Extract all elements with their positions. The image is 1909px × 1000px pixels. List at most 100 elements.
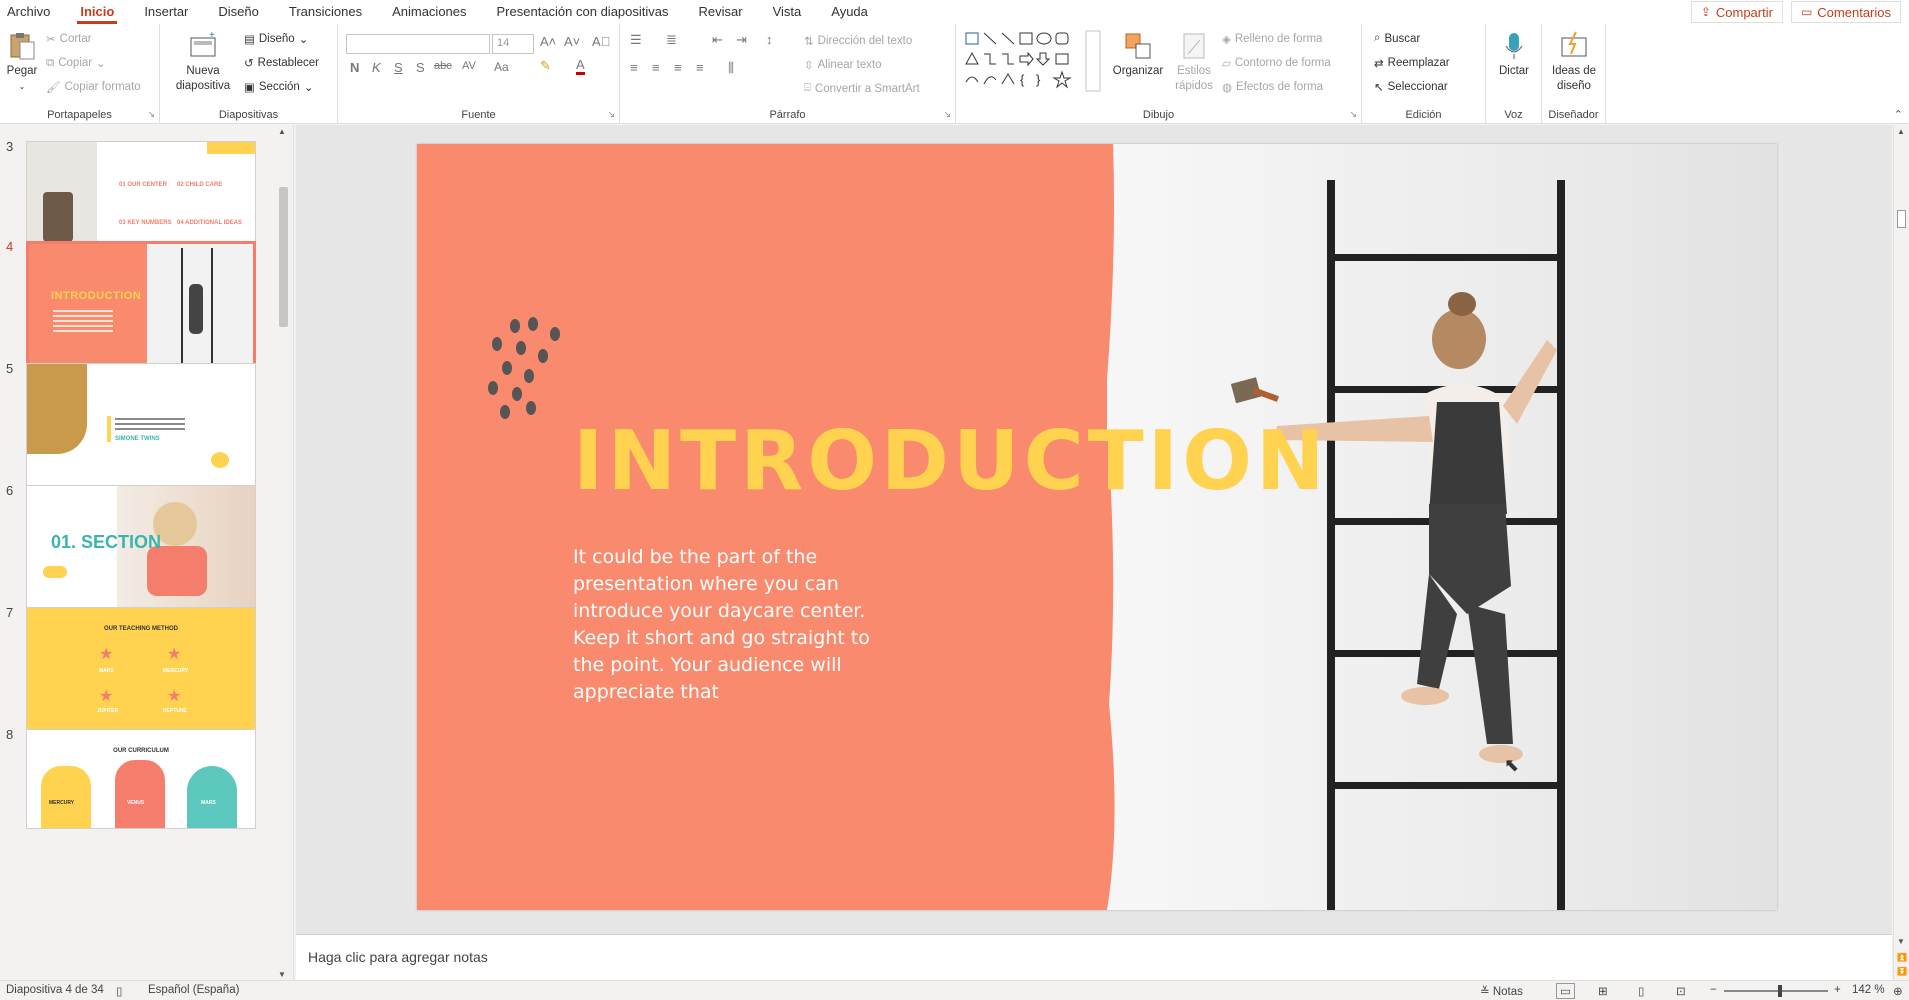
shrink-font-icon[interactable]: A˅ [564, 34, 580, 49]
scrollbar-thumb[interactable] [279, 187, 288, 327]
increase-indent-icon[interactable]: ⇥ [736, 32, 747, 48]
notes-pane[interactable]: Haga clic para agregar notas [296, 934, 1892, 980]
new-slide-button[interactable]: + Nueva diapositiva [168, 30, 238, 94]
comments-button[interactable]: ▭ Comentarios [1790, 1, 1901, 23]
tab-archivo[interactable]: Archivo [0, 0, 65, 24]
group-parrafo: ☰ ≣ ⇤ ⇥ ↕ ⇅ Dirección del texto ⇳ Alinear … [620, 24, 956, 124]
change-case-button[interactable]: Aa [494, 60, 509, 74]
align-center-icon[interactable]: ≡ [652, 60, 660, 75]
tab-vista[interactable]: Vista [758, 0, 817, 24]
strikethrough-button[interactable]: abc [434, 60, 452, 72]
bold-button[interactable]: N [350, 60, 359, 75]
find-button[interactable]: ⌕ Buscar [1374, 32, 1420, 45]
zoom-out-icon[interactable]: − [1710, 984, 1717, 996]
thumbnail-slide-5[interactable]: SIMONE TWINS [26, 363, 256, 493]
thumb-number: 4 [6, 239, 14, 254]
section-button[interactable]: ▣ Sección ⌄ [244, 80, 313, 94]
editor-scrollbar[interactable]: ▲ ▼ ⏫ ⏬ [1893, 125, 1909, 980]
grow-font-icon[interactable]: A˄ [540, 34, 556, 49]
align-left-icon[interactable]: ≡ [630, 60, 638, 75]
highlight-icon[interactable]: ✎ [540, 58, 551, 74]
align-right-icon[interactable]: ≡ [674, 60, 682, 75]
layout-button[interactable]: ▤ Diseño ⌄ [244, 32, 308, 46]
slideshow-icon[interactable]: ⊡ [1676, 984, 1686, 998]
next-slide-icon[interactable]: ⏬ [1897, 967, 1907, 976]
design-ideas-button[interactable]: Ideas de diseño [1546, 30, 1602, 94]
slide-body-text[interactable]: It could be the part of the presentation… [573, 544, 903, 706]
select-button[interactable]: ↖ Seleccionar [1374, 80, 1448, 94]
tab-revisar[interactable]: Revisar [684, 0, 758, 24]
columns-icon[interactable]: ⫼ [728, 60, 734, 76]
scroll-up-icon[interactable]: ▲ [1897, 127, 1905, 136]
fit-to-window-icon[interactable]: ⊕ [1893, 984, 1903, 998]
dialog-launcher-icon[interactable]: ↘ [943, 109, 951, 120]
font-color-icon[interactable]: A [576, 58, 585, 75]
tab-insertar[interactable]: Insertar [129, 0, 203, 24]
shape-outline-button[interactable]: ▱ Contorno de forma [1222, 56, 1331, 70]
language-indicator[interactable]: Español (España) [148, 984, 239, 996]
previous-slide-icon[interactable]: ⏫ [1897, 953, 1907, 962]
slide-canvas[interactable]: INTRODUCTION It could be the part of the… [417, 144, 1777, 910]
replace-button[interactable]: ⇄ Reemplazar [1374, 56, 1450, 70]
scrollbar-thumb[interactable] [1897, 210, 1906, 228]
paste-button[interactable]: Pegar ⌄ [4, 30, 40, 94]
shape-effects-button[interactable]: ◍ Efectos de forma [1222, 80, 1323, 94]
tab-ayuda[interactable]: Ayuda [816, 0, 883, 24]
cut-button[interactable]: ✂ Cortar [46, 32, 92, 46]
char-spacing-button[interactable]: AV [462, 60, 476, 72]
spellcheck-icon[interactable]: ▯ [116, 984, 122, 998]
shape-fill-button[interactable]: ◈ Relleno de forma [1222, 32, 1322, 46]
zoom-slider-thumb[interactable] [1778, 985, 1782, 997]
group-label: Edición [1405, 109, 1442, 121]
bullets-icon[interactable]: ☰ [630, 32, 642, 48]
underline-button[interactable]: S [394, 60, 403, 75]
slide-title[interactable]: INTRODUCTION [573, 414, 1329, 509]
search-icon: ⌕ [1374, 32, 1381, 44]
zoom-slider[interactable] [1724, 985, 1828, 997]
italic-button[interactable]: K [372, 60, 381, 75]
text-direction-button[interactable]: ⇅ Dirección del texto [804, 34, 912, 48]
decrease-indent-icon[interactable]: ⇤ [712, 32, 723, 48]
format-painter-button[interactable]: 🖌 Copiar formato [46, 80, 141, 94]
collapse-ribbon-icon[interactable]: ⌃ [1894, 108, 1903, 121]
dictate-button[interactable]: Dictar [1492, 30, 1536, 79]
thumbnail-slide-7[interactable]: OUR TEACHING METHOD ★ ★ ★ ★ MARS MERCURY… [26, 607, 256, 737]
tab-inicio[interactable]: Inicio [65, 0, 129, 24]
notes-button[interactable]: ≚ Notas [1480, 984, 1523, 998]
quick-styles-button[interactable]: Estilos rápidos [1166, 30, 1222, 94]
share-button[interactable]: ⇪ Compartir [1690, 1, 1783, 23]
zoom-level[interactable]: 142 % [1852, 984, 1885, 996]
arrange-button[interactable]: Organizar [1110, 30, 1166, 79]
font-size-combo[interactable]: 14 [492, 34, 534, 54]
thumbnail-slide-6[interactable]: 01. SECTION [26, 485, 256, 615]
numbering-icon[interactable]: ≣ [666, 32, 677, 48]
thumbnail-slide-8[interactable]: OUR CURRICULUM MERCURY VENUS MARS [26, 729, 256, 829]
copy-button[interactable]: ⧉ Copiar ⌄ [46, 56, 106, 71]
dialog-launcher-icon[interactable]: ↘ [147, 109, 155, 120]
tab-presentacion[interactable]: Presentación con diapositivas [482, 0, 684, 24]
tab-animaciones[interactable]: Animaciones [377, 0, 481, 24]
thumbnail-slide-4[interactable]: INTRODUCTION [26, 241, 256, 371]
slide-sorter-icon[interactable]: ⊞ [1598, 984, 1608, 998]
normal-view-icon[interactable]: ▭ [1556, 983, 1575, 999]
tab-transiciones[interactable]: Transiciones [274, 0, 377, 24]
shadow-button[interactable]: S [416, 60, 425, 75]
align-text-button[interactable]: ⇳ Alinear texto [804, 58, 882, 72]
dialog-launcher-icon[interactable]: ↘ [607, 109, 615, 120]
scroll-down-icon[interactable]: ▼ [1897, 937, 1905, 946]
outline-icon: ▱ [1222, 58, 1231, 70]
dialog-launcher-icon[interactable]: ↘ [1349, 109, 1357, 120]
reset-button[interactable]: ↺ Restablecer [244, 56, 319, 70]
tab-diseno[interactable]: Diseño [203, 0, 273, 24]
scroll-down-icon[interactable]: ▼ [278, 970, 286, 979]
line-spacing-icon[interactable]: ↕ [766, 32, 773, 47]
reading-view-icon[interactable]: ▯ [1638, 984, 1644, 998]
smartart-button[interactable]: ⌸ Convertir a SmartArt [804, 82, 920, 95]
shapes-gallery[interactable]: {} [964, 30, 1104, 92]
scroll-up-icon[interactable]: ▲ [278, 127, 286, 136]
justify-icon[interactable]: ≡ [696, 60, 704, 75]
clear-format-icon[interactable]: A⃠ [592, 34, 610, 49]
font-name-combo[interactable] [346, 34, 490, 54]
thumbnail-scrollbar[interactable]: ▲ ▼ [276, 125, 290, 981]
zoom-in-icon[interactable]: + [1834, 984, 1841, 996]
